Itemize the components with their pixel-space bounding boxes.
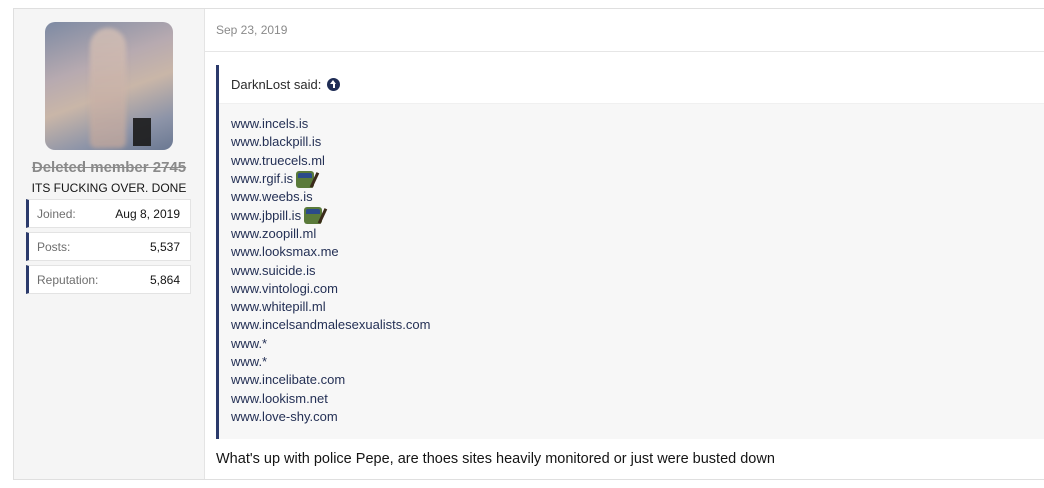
police-pepe-emoji-icon — [296, 170, 315, 188]
quote-line: www.jbpill.is — [231, 206, 1032, 225]
quote-line-text: www.* — [231, 354, 268, 369]
quote-line-text: www.whitepill.ml — [231, 299, 326, 315]
quote-line-text: www.lookism.net — [231, 390, 328, 406]
quote-line: www.suicide.is — [231, 261, 1032, 279]
post-container: Deleted member 2745 ITS FUCKING OVER. DO… — [13, 8, 1044, 480]
quote-line: www.love-shy.com — [231, 408, 1032, 426]
quote-line: www.truecels.ml — [231, 152, 1032, 170]
quote-line: www.vintologi.com — [231, 280, 1032, 298]
avatar[interactable] — [45, 22, 173, 150]
quote-author[interactable]: DarknLost said: — [231, 77, 321, 92]
stat-value: 5,537 — [149, 239, 180, 254]
quote-line: www.zoopill.ml — [231, 225, 1032, 243]
avatar-censor-bar — [133, 118, 151, 146]
police-pepe-emoji-icon — [304, 207, 323, 225]
quote-line: www.looksmax.me — [231, 243, 1032, 261]
quote-block: DarknLost said: www.incels.is www.blackpi… — [216, 65, 1044, 439]
quote-line: www.incels.is — [231, 115, 1032, 133]
post-date[interactable]: Sep 23, 2019 — [216, 23, 287, 37]
quote-line-text: www.looksmax.me — [231, 244, 339, 260]
stat-joined: Joined: Aug 8, 2019 — [26, 199, 191, 228]
user-stats: Joined: Aug 8, 2019 Posts: 5,537 Reputat… — [26, 199, 191, 298]
user-title: ITS FUCKING OVER. DONE — [31, 181, 187, 195]
quote-line-text: www.blackpill.is — [231, 134, 322, 150]
stat-value: Aug 8, 2019 — [115, 206, 180, 221]
stat-posts: Posts: 5,537 — [26, 232, 191, 261]
quote-line: www.* — [231, 353, 1032, 371]
quote-line: www.* — [231, 335, 1032, 353]
stat-label: Reputation: — [37, 272, 99, 287]
quote-header[interactable]: DarknLost said: — [219, 65, 1044, 104]
quote-line: www.whitepill.ml — [231, 298, 1032, 316]
quote-line-text: www.incels.is — [231, 116, 309, 132]
username[interactable]: Deleted member 2745 — [14, 159, 204, 176]
quote-body: www.incels.is www.blackpill.is www.truecel… — [219, 104, 1044, 426]
arrow-up-circle-icon[interactable] — [327, 77, 341, 91]
quote-line-text: www.love-shy.com — [231, 408, 338, 424]
quote-line: www.incelsandmalesexualists.com — [231, 316, 1032, 334]
quote-line-text: www.vintologi.com — [231, 280, 338, 296]
quote-line-text: www.* — [231, 335, 268, 351]
post-main: Sep 23, 2019 DarknLost said: www.incels.… — [205, 9, 1044, 479]
quote-line: www.weebs.is — [231, 188, 1032, 206]
quote-line-text: www.incelsandmalesexualists.com — [231, 317, 431, 333]
stat-reputation: Reputation: 5,864 — [26, 265, 191, 294]
stat-value: 5,864 — [149, 272, 180, 287]
quote-line: www.lookism.net — [231, 389, 1032, 407]
divider — [205, 51, 1044, 52]
quote-line: www.rgif.is — [231, 170, 1032, 188]
quote-line-text: www.weebs.is — [231, 189, 313, 205]
user-info-column: Deleted member 2745 ITS FUCKING OVER. DO… — [14, 9, 205, 479]
quote-line: www.incelibate.com — [231, 371, 1032, 389]
quote-line-text: www.rgif.is — [231, 171, 294, 187]
avatar-figure — [90, 28, 126, 148]
quote-line: www.blackpill.is — [231, 133, 1032, 151]
quote-line-text: www.jbpill.is — [231, 207, 302, 223]
quote-line-text: www.suicide.is — [231, 262, 316, 278]
quote-line-text: www.truecels.ml — [231, 152, 325, 168]
post-reply-text: What's up with police Pepe, are thoes si… — [216, 451, 775, 467]
quote-line-text: www.zoopill.ml — [231, 225, 317, 241]
stat-label: Posts: — [37, 239, 71, 254]
stat-label: Joined: — [37, 206, 76, 221]
quote-line-text: www.incelibate.com — [231, 372, 346, 388]
